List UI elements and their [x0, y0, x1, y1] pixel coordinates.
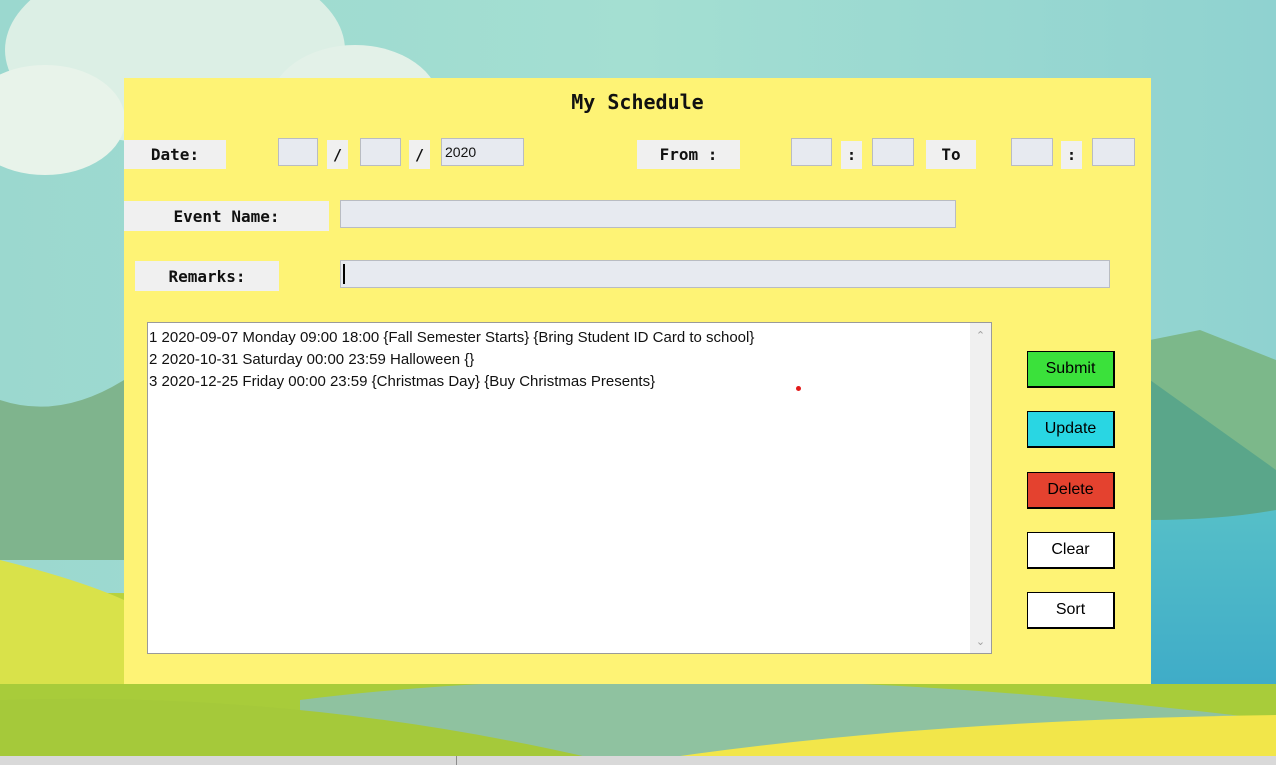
page-title: My Schedule: [571, 90, 704, 114]
update-button[interactable]: Update: [1027, 411, 1115, 448]
month-input[interactable]: [360, 138, 401, 166]
sort-button[interactable]: Sort: [1027, 592, 1115, 629]
schedule-list: 1 2020-09-07 Monday 09:00 18:00 {Fall Se…: [148, 327, 970, 393]
to-label: To: [926, 140, 976, 169]
to-minute-input[interactable]: [1092, 138, 1135, 166]
from-minute-input[interactable]: [872, 138, 914, 166]
date-separator-2: /: [409, 140, 430, 169]
submit-button[interactable]: Submit: [1027, 351, 1115, 388]
event-name-label: Event Name:: [124, 201, 329, 231]
chevron-up-icon[interactable]: ⌃: [970, 325, 991, 345]
delete-button[interactable]: Delete: [1027, 472, 1115, 509]
day-input[interactable]: [278, 138, 318, 166]
date-label: Date:: [124, 140, 226, 169]
chevron-down-icon[interactable]: ⌄: [970, 631, 991, 651]
list-item[interactable]: 1 2020-09-07 Monday 09:00 18:00 {Fall Se…: [148, 327, 970, 349]
schedule-listbox[interactable]: 1 2020-09-07 Monday 09:00 18:00 {Fall Se…: [147, 322, 992, 654]
event-name-input[interactable]: [340, 200, 956, 228]
clear-button[interactable]: Clear: [1027, 532, 1115, 569]
list-item[interactable]: 2 2020-10-31 Saturday 00:00 23:59 Hallow…: [148, 349, 970, 371]
taskbar-strip: [0, 756, 1276, 765]
vertical-scrollbar[interactable]: ⌃ ⌄: [970, 323, 991, 653]
from-time-separator: :: [841, 141, 862, 169]
text-cursor: [343, 264, 345, 284]
list-item[interactable]: 3 2020-12-25 Friday 00:00 23:59 {Christm…: [148, 371, 970, 393]
taskbar-divider: [456, 756, 457, 765]
remarks-label: Remarks:: [135, 261, 279, 291]
remarks-field-wrapper: [340, 260, 1110, 288]
to-hour-input[interactable]: [1011, 138, 1053, 166]
from-hour-input[interactable]: [791, 138, 832, 166]
remarks-input[interactable]: [340, 260, 1110, 288]
from-label: From :: [637, 140, 740, 169]
to-time-separator: :: [1061, 141, 1082, 169]
schedule-panel: My Schedule Date: / / From : : To : Even…: [124, 78, 1151, 684]
year-input[interactable]: [441, 138, 524, 166]
pointer-dot: [796, 386, 801, 391]
date-separator-1: /: [327, 140, 348, 169]
